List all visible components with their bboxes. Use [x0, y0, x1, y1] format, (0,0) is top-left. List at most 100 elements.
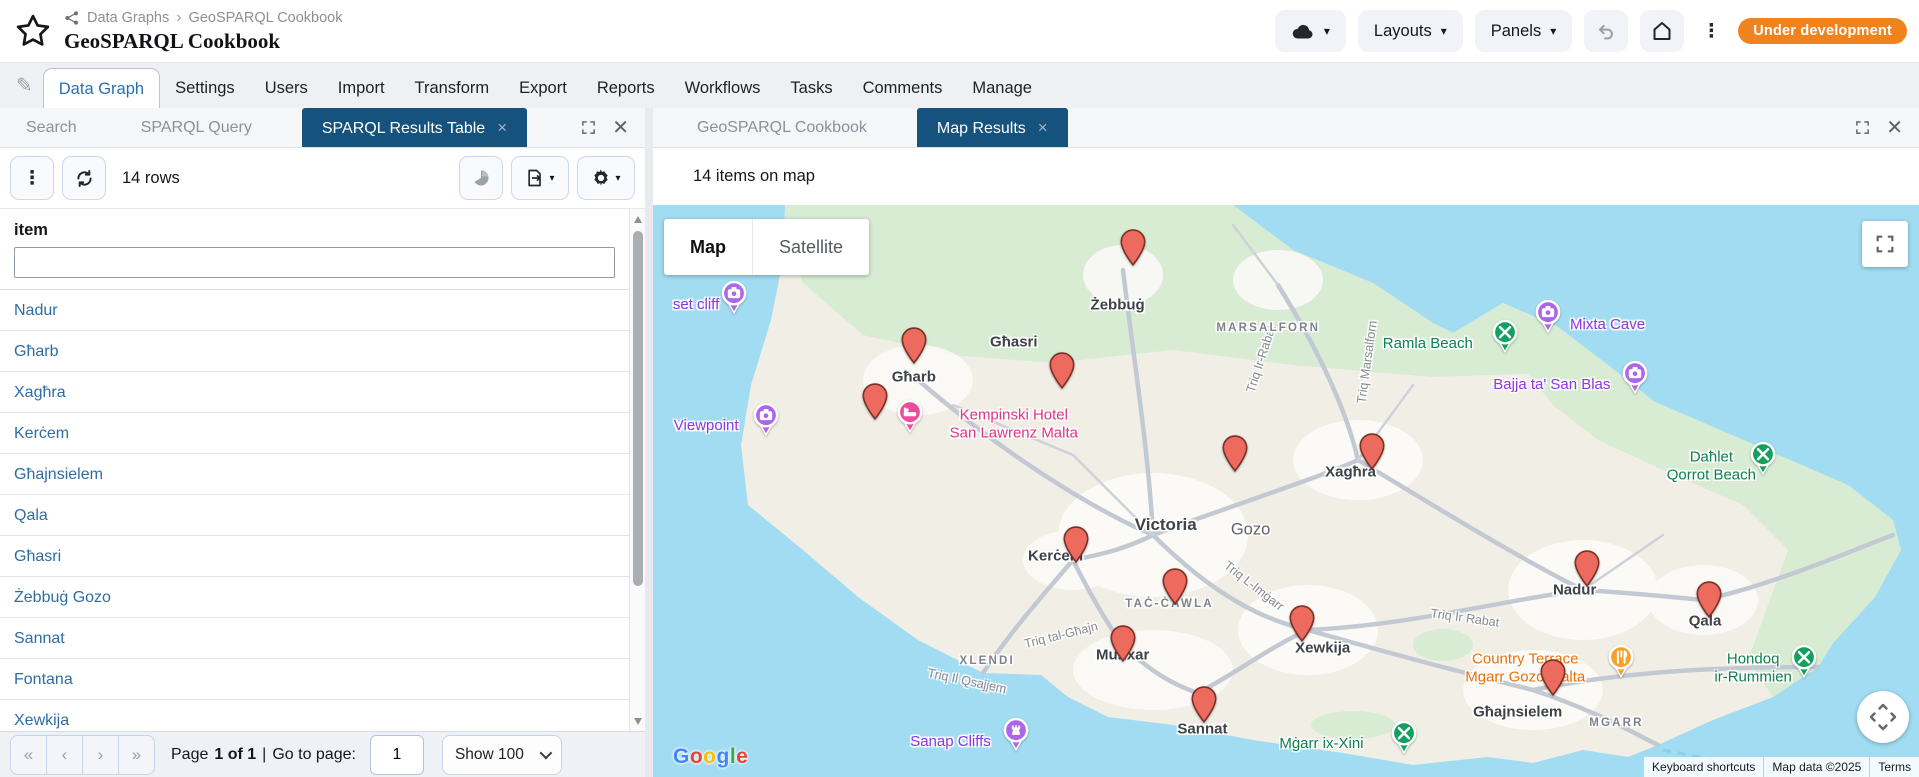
- first-page-button[interactable]: «: [10, 735, 47, 775]
- poi-label-ramla-beach[interactable]: Ramla Beach: [1383, 335, 1473, 353]
- satellite-view-button[interactable]: Satellite: [752, 219, 869, 275]
- page-size-select[interactable]: Show 100: [442, 735, 562, 775]
- poi-label-hondoq[interactable]: Hondoqir-Rummien: [1714, 651, 1792, 686]
- nav-tab-import[interactable]: Import: [323, 68, 400, 108]
- panels-dropdown[interactable]: Panels ▾: [1475, 10, 1572, 52]
- map-marker[interactable]: [1048, 352, 1075, 395]
- item-link[interactable]: Għajnsielem: [14, 466, 103, 483]
- map-pan-control[interactable]: [1857, 691, 1909, 743]
- tab-close-icon[interactable]: ×: [1038, 118, 1048, 137]
- expand-panel-icon[interactable]: [1855, 120, 1870, 135]
- poi-pin-camera-icon[interactable]: [1535, 299, 1562, 339]
- prev-page-button[interactable]: ‹: [46, 735, 83, 775]
- item-link[interactable]: Xagħra: [14, 384, 66, 401]
- map-marker[interactable]: [1190, 685, 1217, 728]
- map-marker[interactable]: [1109, 625, 1136, 668]
- item-link[interactable]: Għarb: [14, 343, 58, 360]
- poi-label-set-cliff[interactable]: set cliff: [673, 296, 719, 314]
- item-link[interactable]: Żebbuġ Gozo: [14, 589, 111, 606]
- item-link[interactable]: Għasri: [14, 548, 61, 565]
- poi-pin-camera-icon[interactable]: [1622, 360, 1649, 400]
- table-row[interactable]: Xagħra: [0, 372, 629, 413]
- next-page-button[interactable]: ›: [82, 735, 119, 775]
- item-link[interactable]: Sannat: [14, 630, 65, 647]
- table-row[interactable]: Sannat: [0, 618, 629, 659]
- panel-tab-map-results[interactable]: Map Results×: [917, 108, 1068, 147]
- favorite-star-icon[interactable]: [14, 12, 52, 50]
- map-marker[interactable]: [900, 326, 927, 369]
- poi-pin-hotel-icon[interactable]: [896, 399, 923, 439]
- table-row[interactable]: Żebbuġ Gozo: [0, 577, 629, 618]
- poi-label-bajja-ta-san-blas[interactable]: Bajja ta' San Blas: [1493, 376, 1610, 394]
- table-row[interactable]: Għajnsielem: [0, 454, 629, 495]
- map-marker[interactable]: [1289, 604, 1316, 647]
- map-marker[interactable]: [1574, 550, 1601, 593]
- google-map[interactable]: Triq Ir-RabatTriq MarsalfornTriq L-Imġar…: [653, 205, 1919, 777]
- column-filter-input[interactable]: [14, 247, 615, 278]
- tab-close-icon[interactable]: ×: [497, 118, 507, 137]
- item-link[interactable]: Xewkija: [14, 712, 69, 729]
- map-marker[interactable]: [1695, 581, 1722, 624]
- graph-source-dropdown[interactable]: ▾: [1275, 10, 1346, 52]
- more-options-button[interactable]: ⋮: [1696, 10, 1726, 52]
- table-row[interactable]: Fontana: [0, 659, 629, 700]
- table-row[interactable]: Kerċem: [0, 413, 629, 454]
- attribution-keyboard-shortcuts[interactable]: Keyboard shortcuts: [1644, 757, 1763, 777]
- poi-pin-camera-icon[interactable]: [752, 402, 779, 442]
- item-link[interactable]: Nadur: [14, 302, 58, 319]
- map-marker[interactable]: [1222, 434, 1249, 477]
- table-row[interactable]: Għasri: [0, 536, 629, 577]
- last-page-button[interactable]: »: [118, 735, 155, 775]
- poi-pin-camera-icon[interactable]: [721, 280, 748, 320]
- nav-tab-settings[interactable]: Settings: [160, 68, 250, 108]
- chart-view-button[interactable]: [459, 156, 503, 200]
- panel-tab-sparql-query[interactable]: SPARQL Query: [127, 108, 266, 147]
- item-link[interactable]: Fontana: [14, 671, 73, 688]
- layouts-dropdown[interactable]: Layouts ▾: [1358, 10, 1463, 52]
- scrollbar-thumb[interactable]: [633, 231, 643, 586]
- poi-pin-beach-icon[interactable]: [1790, 644, 1817, 684]
- map-fullscreen-button[interactable]: [1862, 221, 1908, 267]
- table-row[interactable]: Nadur: [0, 290, 629, 331]
- table-row[interactable]: Għarb: [0, 331, 629, 372]
- poi-pin-restaurant-icon[interactable]: [1608, 644, 1635, 684]
- map-marker[interactable]: [861, 383, 888, 426]
- panel-tab-sparql-results-table[interactable]: SPARQL Results Table×: [302, 108, 527, 147]
- panel-tab-search[interactable]: Search: [12, 108, 91, 147]
- settings-button[interactable]: ▾: [577, 156, 635, 200]
- panel-tab-geosparql-cookbook[interactable]: GeoSPARQL Cookbook: [683, 108, 881, 147]
- poi-label-da-let[interactable]: DaħletQorrot Beach: [1667, 448, 1756, 483]
- nav-tab-reports[interactable]: Reports: [582, 68, 670, 108]
- nav-tab-comments[interactable]: Comments: [848, 68, 958, 108]
- poi-pin-beach-icon[interactable]: [1492, 319, 1519, 359]
- item-link[interactable]: Kerċem: [14, 425, 69, 442]
- refresh-button[interactable]: [62, 156, 106, 200]
- goto-page-input[interactable]: [370, 735, 424, 775]
- close-panel-icon[interactable]: ✕: [1886, 118, 1903, 138]
- table-row[interactable]: Qala: [0, 495, 629, 536]
- scroll-down-arrow[interactable]: [630, 713, 645, 729]
- export-button[interactable]: ▾: [511, 156, 569, 200]
- breadcrumb-root[interactable]: Data Graphs: [87, 10, 169, 26]
- scroll-up-arrow[interactable]: [630, 211, 645, 227]
- item-link[interactable]: Qala: [14, 507, 48, 524]
- poi-pin-beach-icon[interactable]: [1750, 440, 1777, 480]
- nav-tab-tasks[interactable]: Tasks: [775, 68, 847, 108]
- map-marker[interactable]: [1540, 659, 1567, 702]
- table-row[interactable]: Xewkija: [0, 700, 629, 731]
- poi-label-sanap-cliffs[interactable]: Sanap Cliffs: [910, 733, 991, 751]
- google-logo[interactable]: Google: [673, 745, 748, 769]
- attribution-map-data-2025[interactable]: Map data ©2025: [1764, 757, 1869, 777]
- nav-tab-export[interactable]: Export: [504, 68, 582, 108]
- breadcrumb-current[interactable]: GeoSPARQL Cookbook: [189, 10, 343, 26]
- poi-label-m-arr-ix-xini[interactable]: Mġarr ix-Xini: [1279, 735, 1363, 753]
- panel-divider[interactable]: [645, 108, 653, 777]
- nav-tab-workflows[interactable]: Workflows: [670, 68, 776, 108]
- poi-label-kempinski-hotel[interactable]: Kempinski HotelSan Lawrenz Malta: [950, 406, 1078, 441]
- nav-tab-manage[interactable]: Manage: [957, 68, 1047, 108]
- expand-panel-icon[interactable]: [581, 120, 596, 135]
- column-header-item[interactable]: item: [14, 221, 615, 240]
- close-panel-icon[interactable]: ✕: [612, 118, 629, 138]
- nav-tab-data-graph[interactable]: Data Graph: [43, 68, 160, 108]
- poi-label-mixta-cave[interactable]: Mixta Cave: [1570, 316, 1645, 334]
